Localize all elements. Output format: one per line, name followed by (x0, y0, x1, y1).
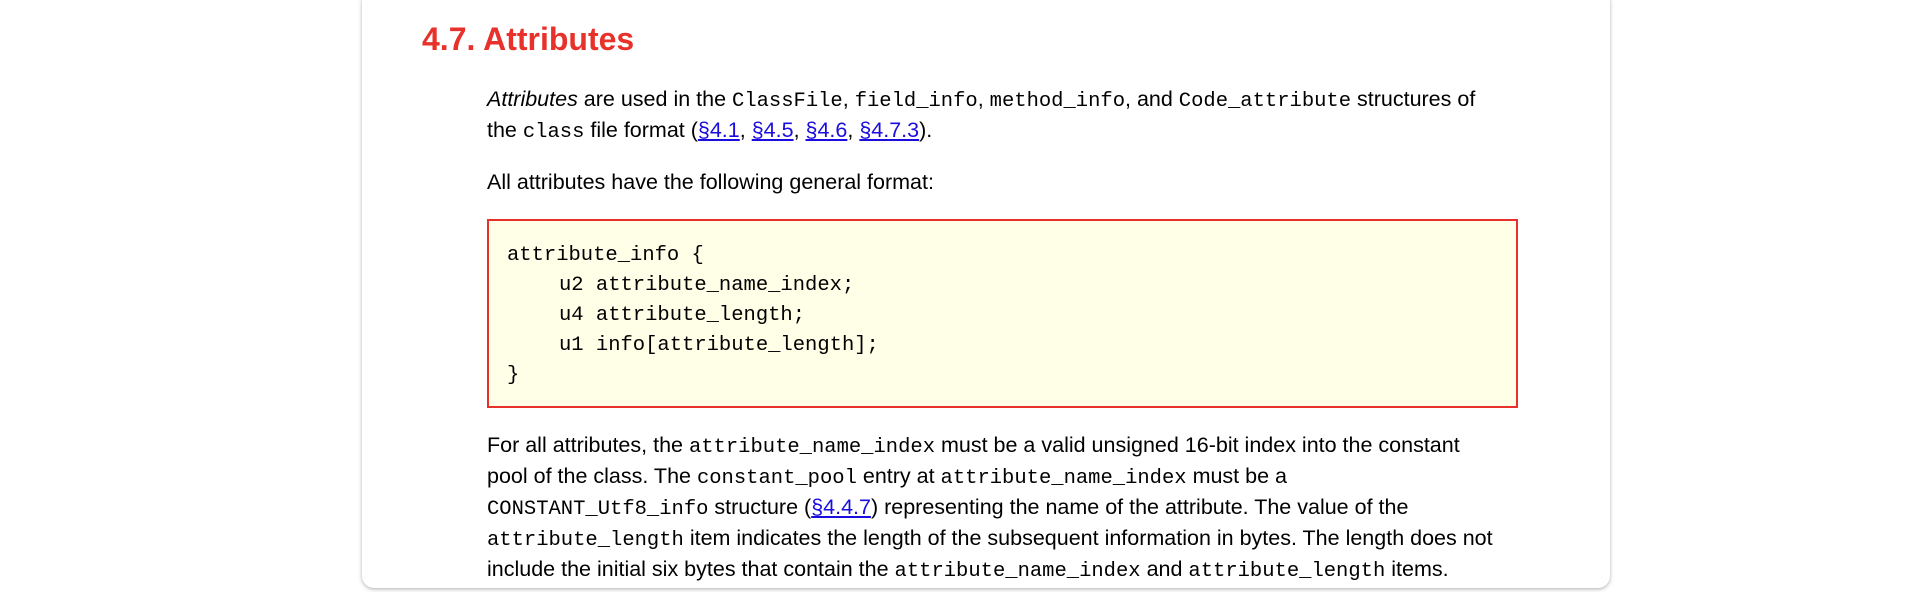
text-span: ). (919, 118, 933, 142)
code-block: attribute_info { u2 attribute_name_index;… (487, 219, 1518, 408)
code-term: attribute_name_index (940, 467, 1187, 490)
code-term: method_info (989, 90, 1125, 113)
intro-paragraph: Attributes are used in the ClassFile, fi… (487, 84, 1475, 146)
text-span: ) representing the name of the attribute… (870, 495, 1409, 519)
code-term: ClassFile (732, 90, 843, 113)
text-span: file format ( (584, 118, 698, 142)
text-span: must be a (1186, 464, 1287, 488)
text-span: item indicates the length of the subsequ… (683, 526, 1493, 550)
link-section-4-7-3[interactable]: §4.7.3 (859, 118, 919, 142)
text-span: , (977, 87, 990, 111)
section-title: Attributes (483, 21, 635, 57)
description-paragraph: For all attributes, the attribute_name_i… (487, 430, 1493, 585)
code-line: u1 info[attribute_length]; (559, 334, 879, 357)
text-span: structures of (1351, 87, 1476, 111)
code-term: CONSTANT_Utf8_info (487, 498, 709, 521)
code-term: attribute_length (1188, 560, 1386, 583)
link-section-4-4-7[interactable]: §4.4.7 (811, 495, 871, 519)
text-span: For all attributes, the (487, 433, 689, 457)
code-term: attribute_name_index (894, 560, 1141, 583)
link-section-4-6[interactable]: §4.6 (806, 118, 848, 142)
text-span: and (1140, 557, 1189, 581)
text-span: include the initial six bytes that conta… (487, 557, 895, 581)
format-intro-text: All attributes have the following genera… (487, 170, 934, 194)
text-span: , and (1125, 87, 1179, 111)
code-line: u2 attribute_name_index; (559, 274, 855, 297)
code-term: Code_attribute (1178, 90, 1352, 113)
section-heading: 4.7. Attributes (422, 19, 634, 59)
link-section-4-1[interactable]: §4.1 (698, 118, 740, 142)
text-span: , (793, 118, 806, 142)
code-term: class (522, 121, 585, 144)
text-span: entry at (856, 464, 941, 488)
code-line: } (507, 364, 520, 387)
text-span: , (739, 118, 752, 142)
link-section-4-5[interactable]: §4.5 (752, 118, 794, 142)
section-number: 4.7. (422, 21, 476, 57)
text-span: the (487, 118, 523, 142)
code-term: attribute_length (487, 529, 684, 552)
attributes-term: Attributes (487, 87, 578, 111)
format-intro: All attributes have the following genera… (487, 167, 934, 198)
code-term: constant_pool (696, 467, 857, 490)
text-span: structure ( (708, 495, 812, 519)
code-line: u4 attribute_length; (559, 304, 806, 327)
text-span: pool of the class. The (487, 464, 697, 488)
text-span: items. (1385, 557, 1449, 581)
code-term: field_info (854, 90, 978, 113)
code-term: attribute_name_index (688, 436, 935, 459)
text-span: are used in the (577, 87, 733, 111)
text-span: must be a valid unsigned 16-bit index in… (935, 433, 1460, 457)
text-span: , (847, 118, 860, 142)
text-span: , (842, 87, 855, 111)
code-listing: attribute_info { u2 attribute_name_index;… (507, 241, 879, 391)
code-line: attribute_info { (507, 244, 704, 267)
